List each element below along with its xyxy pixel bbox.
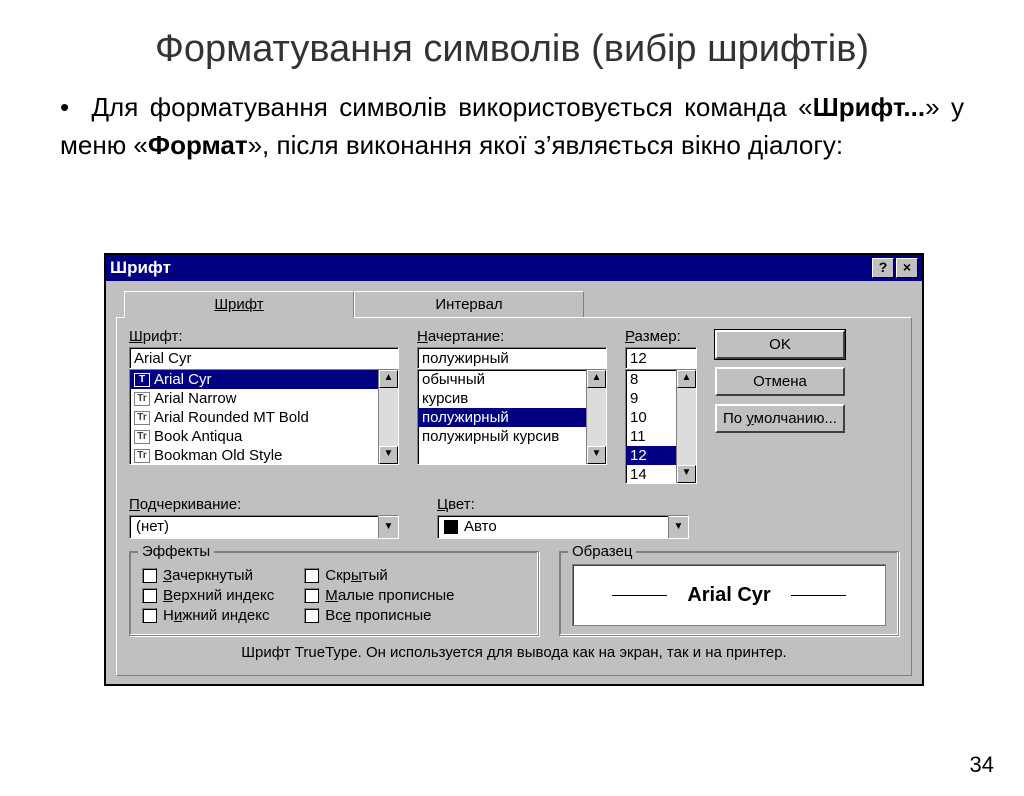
dialog-title: Шрифт	[110, 258, 870, 278]
list-item[interactable]: 12	[626, 446, 676, 465]
list-item[interactable]: TrArial Narrow	[130, 389, 378, 408]
tab-spacing[interactable]: Интервал	[354, 291, 584, 318]
sample-underline-icon	[612, 595, 667, 596]
list-item[interactable]: TrBook Antiqua	[130, 427, 378, 446]
style-input[interactable]: полужирный	[417, 347, 607, 369]
effects-legend: Эффекты	[138, 543, 214, 560]
chevron-down-icon[interactable]: ▼	[378, 516, 398, 538]
style-listbox[interactable]: обычный курсив полужирный полужирный кур…	[417, 369, 607, 465]
scroll-up-icon[interactable]: ▲	[587, 370, 606, 388]
size-label: Размер:	[625, 328, 697, 345]
default-button[interactable]: По умолчанию...	[715, 404, 845, 433]
list-item[interactable]: обычный	[418, 370, 586, 389]
list-item[interactable]: 11	[626, 427, 676, 446]
scrollbar[interactable]: ▲ ▼	[378, 370, 398, 464]
font-input[interactable]: Arial Cyr	[129, 347, 399, 369]
smallcaps-label: Малые прописные	[325, 587, 454, 604]
strike-checkbox[interactable]	[142, 568, 157, 583]
page-number: 34	[970, 752, 994, 778]
hidden-checkbox[interactable]	[304, 568, 319, 583]
superscript-checkbox[interactable]	[142, 588, 157, 603]
size-listbox[interactable]: 8 9 10 11 12 14 ▲ ▼	[625, 369, 697, 484]
chevron-down-icon[interactable]: ▼	[668, 516, 688, 538]
tab-panel-font: Шрифт: Arial Cyr TArial Cyr TrArial Narr…	[116, 317, 912, 676]
truetype-icon: Tr	[134, 411, 150, 425]
effects-group: Эффекты Зачеркнутый Верхний индекс Нижни…	[129, 551, 539, 636]
style-label: Начертание:	[417, 328, 607, 345]
color-combo[interactable]: Авто ▼	[437, 515, 689, 539]
close-button[interactable]: ×	[896, 258, 918, 278]
allcaps-checkbox[interactable]	[304, 608, 319, 623]
help-button[interactable]: ?	[872, 258, 894, 278]
tab-font[interactable]: Шрифт	[124, 291, 354, 318]
slide-body-text: • Для форматування символів використовує…	[60, 89, 964, 164]
list-item[interactable]: 10	[626, 408, 676, 427]
truetype-icon: Tr	[134, 430, 150, 444]
underline-label: Подчеркивание:	[129, 496, 399, 513]
sample-preview: Arial Cyr	[572, 564, 886, 626]
list-item[interactable]: 14	[626, 465, 676, 484]
list-item[interactable]: полужирный курсив	[418, 427, 586, 446]
list-item[interactable]: TrArial Rounded MT Bold	[130, 408, 378, 427]
scroll-up-icon[interactable]: ▲	[379, 370, 398, 388]
strike-label: Зачеркнутый	[163, 567, 253, 584]
scroll-down-icon[interactable]: ▼	[587, 446, 606, 464]
list-item[interactable]: 8	[626, 370, 676, 389]
truetype-icon: Tr	[134, 449, 150, 463]
ok-button[interactable]: OK	[715, 330, 845, 359]
color-label: Цвет:	[437, 496, 689, 513]
cancel-button[interactable]: Отмена	[715, 367, 845, 396]
list-item[interactable]: полужирный	[418, 408, 586, 427]
underline-combo[interactable]: (нет) ▼	[129, 515, 399, 539]
scrollbar[interactable]: ▲ ▼	[586, 370, 606, 464]
list-item[interactable]: TArial Cyr	[130, 370, 378, 389]
status-line: Шрифт TrueType. Он используется для выво…	[129, 644, 899, 661]
font-listbox[interactable]: TArial Cyr TrArial Narrow TrArial Rounde…	[129, 369, 399, 465]
list-item[interactable]: TrBookman Old Style	[130, 446, 378, 465]
scroll-down-icon[interactable]: ▼	[379, 446, 398, 464]
subscript-checkbox[interactable]	[142, 608, 157, 623]
list-item[interactable]: 9	[626, 389, 676, 408]
sample-legend: Образец	[568, 543, 636, 560]
slide-title: Форматування символів (вибір шрифтів)	[0, 28, 1024, 71]
truetype-icon: T	[134, 373, 150, 387]
sample-text: Arial Cyr	[687, 584, 770, 607]
sample-underline-icon	[791, 595, 846, 596]
sample-group: Образец Arial Cyr	[559, 551, 899, 636]
subscript-label: Нижний индекс	[163, 607, 269, 624]
scroll-down-icon[interactable]: ▼	[677, 465, 696, 483]
list-item[interactable]: курсив	[418, 389, 586, 408]
allcaps-label: Все прописные	[325, 607, 431, 624]
scrollbar[interactable]: ▲ ▼	[676, 370, 696, 483]
dialog-titlebar: Шрифт ? ×	[106, 255, 922, 281]
truetype-icon: Tr	[134, 392, 150, 406]
hidden-label: Скрытый	[325, 567, 388, 584]
font-dialog: Шрифт ? × Шрифт Интервал Шрифт: Arial Cy…	[104, 253, 924, 686]
superscript-label: Верхний индекс	[163, 587, 274, 604]
smallcaps-checkbox[interactable]	[304, 588, 319, 603]
size-input[interactable]: 12	[625, 347, 697, 369]
font-label: Шрифт:	[129, 328, 399, 345]
scroll-up-icon[interactable]: ▲	[677, 370, 696, 388]
color-swatch-icon	[444, 520, 458, 534]
